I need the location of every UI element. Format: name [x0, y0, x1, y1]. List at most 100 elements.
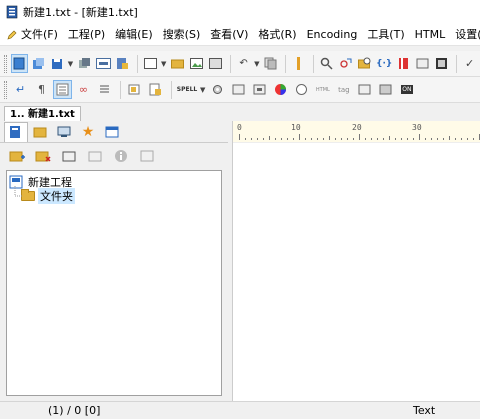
- tab-favorites[interactable]: ★: [76, 122, 100, 142]
- paragraph-button[interactable]: ¶: [32, 80, 51, 99]
- ruler-tick: [425, 138, 426, 140]
- menu-encoding[interactable]: Encoding: [302, 24, 363, 46]
- menu-search[interactable]: 搜索(S): [158, 24, 206, 46]
- save-button[interactable]: [49, 54, 66, 73]
- color-button[interactable]: [271, 80, 290, 99]
- save-all-button[interactable]: [76, 54, 93, 73]
- image-icon: [190, 58, 204, 69]
- menu-format[interactable]: 格式(R): [253, 24, 301, 46]
- info-button[interactable]: [110, 146, 132, 166]
- tab-project[interactable]: [4, 121, 28, 142]
- editor-area[interactable]: 0 10 20 30: [232, 121, 480, 401]
- menu-view[interactable]: 查看(V): [205, 24, 253, 46]
- image-button[interactable]: [188, 54, 205, 73]
- spellcheck-icon: [416, 58, 429, 69]
- ftp-icon: [379, 84, 392, 95]
- view-dropdown-icon[interactable]: ▼: [161, 60, 166, 68]
- ruler-tick: [395, 138, 396, 140]
- delete-folder-icon: [88, 151, 102, 162]
- toolbar-separator: [230, 54, 232, 73]
- menu-file[interactable]: 文件(F): [4, 24, 63, 46]
- copy-button[interactable]: [262, 54, 279, 73]
- view-button[interactable]: [142, 54, 159, 73]
- project-panel: ★ 新建工程 文件夹: [0, 121, 228, 401]
- html-button[interactable]: HTML: [313, 80, 332, 99]
- menu-settings[interactable]: 设置(N): [450, 24, 480, 46]
- bookmark-button[interactable]: [290, 54, 307, 73]
- tab-ftp[interactable]: [52, 122, 76, 142]
- ruler-tick: [257, 138, 258, 140]
- tab-windows[interactable]: [100, 122, 124, 142]
- add-folder-icon: [9, 151, 25, 162]
- ruler-tick: [269, 136, 270, 140]
- ruler-tick: [359, 134, 360, 140]
- find-in-files-icon: [358, 57, 371, 69]
- gear-doc-button[interactable]: [208, 80, 227, 99]
- menu-edit[interactable]: 编辑(E): [110, 24, 158, 46]
- clip-icon: [296, 84, 308, 95]
- yn-button[interactable]: ON: [397, 80, 416, 99]
- ruler-tick: [317, 138, 318, 140]
- toolbar-grip[interactable]: [4, 54, 7, 73]
- undo-button[interactable]: ↶: [235, 54, 252, 73]
- log-button[interactable]: [95, 54, 112, 73]
- bookmark-red-button[interactable]: [395, 54, 412, 73]
- folder-open-button[interactable]: [169, 54, 186, 73]
- spell-dropdown-icon[interactable]: ▼: [200, 86, 205, 94]
- toolbar-separator: [137, 54, 138, 73]
- check-icon: ✓: [464, 57, 475, 70]
- screen-button[interactable]: [207, 54, 224, 73]
- ruler-tick: [335, 138, 336, 140]
- remove-project-button[interactable]: [32, 146, 54, 166]
- tree-folder-label: 文件夹: [38, 188, 75, 204]
- compare-button[interactable]: [433, 54, 450, 73]
- wrap-button[interactable]: ↵: [11, 80, 30, 99]
- ruler-tick: [341, 138, 342, 140]
- menu-tools[interactable]: 工具(T): [362, 24, 409, 46]
- status-bar: (1) / 0 [0] Text: [0, 401, 480, 419]
- line-numbers-button[interactable]: [53, 80, 72, 99]
- clip-button[interactable]: [292, 80, 311, 99]
- indent-button[interactable]: [125, 80, 144, 99]
- browser-button[interactable]: [355, 80, 374, 99]
- find-button[interactable]: [318, 54, 335, 73]
- tag-button[interactable]: tag: [334, 80, 353, 99]
- add-project-button[interactable]: [6, 146, 28, 166]
- macro-button[interactable]: [250, 80, 269, 99]
- gear-doc-2-button[interactable]: [229, 80, 248, 99]
- checkmark-button[interactable]: ✓: [461, 54, 478, 73]
- new-folder-button[interactable]: [58, 146, 80, 166]
- star-icon: ★: [81, 123, 95, 140]
- lock-button[interactable]: [114, 54, 131, 73]
- find-in-files-button[interactable]: [356, 54, 373, 73]
- new-file-button[interactable]: [10, 54, 28, 73]
- ftp-button[interactable]: [376, 80, 395, 99]
- spell-button[interactable]: [414, 54, 431, 73]
- window-title: 新建1.txt - [新建1.txt]: [23, 6, 138, 19]
- ruler-tick: [329, 136, 330, 140]
- macro-icon: [253, 84, 266, 95]
- open-button[interactable]: [30, 54, 47, 73]
- brackets-button[interactable]: {·}: [375, 54, 393, 73]
- ruler-tick: [437, 138, 438, 140]
- infinity-icon: ∞: [78, 83, 89, 96]
- replace-button[interactable]: [337, 54, 354, 73]
- tab-folder[interactable]: [28, 122, 52, 142]
- toolbar-grip[interactable]: [4, 80, 7, 99]
- menu-html[interactable]: HTML: [410, 24, 451, 46]
- menu-project[interactable]: 工程(P): [63, 24, 110, 46]
- delete-folder-button[interactable]: [84, 146, 106, 166]
- highlight-button[interactable]: ∞: [74, 80, 93, 99]
- new-file-icon: [13, 57, 25, 70]
- tab-document-1[interactable]: 1.. 新建1.txt: [4, 106, 81, 122]
- toolbar-separator: [313, 54, 315, 73]
- upload-button[interactable]: [146, 80, 165, 99]
- copy-icon: [264, 57, 277, 70]
- undo-dropdown-icon[interactable]: ▼: [254, 60, 259, 68]
- save-dropdown-icon[interactable]: ▼: [68, 60, 73, 68]
- pilcrow-icon: ¶: [38, 83, 45, 96]
- list-button[interactable]: [95, 80, 114, 99]
- project-tree[interactable]: 新建工程 文件夹: [6, 170, 222, 396]
- properties-button[interactable]: [136, 146, 158, 166]
- spell-abc-button[interactable]: SPELL: [176, 80, 198, 99]
